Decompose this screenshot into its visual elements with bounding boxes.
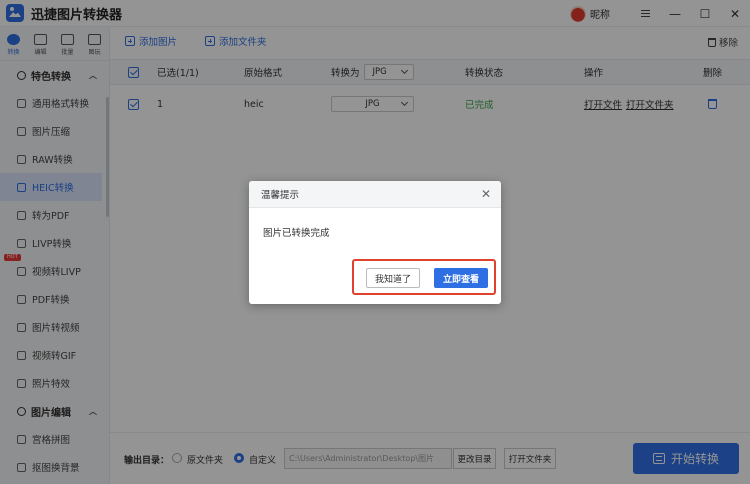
dialog-close-icon[interactable]: ✕ xyxy=(481,187,491,201)
dialog-title: 温馨提示 xyxy=(249,181,501,208)
dialog-actions-highlight: 我知道了 立即查看 xyxy=(352,259,496,295)
view-now-button[interactable]: 立即查看 xyxy=(434,268,488,288)
dialog-message: 图片已转换完成 xyxy=(263,228,330,239)
notice-dialog: 温馨提示 ✕ 图片已转换完成 我知道了 立即查看 xyxy=(249,181,501,304)
got-it-button[interactable]: 我知道了 xyxy=(366,268,420,288)
